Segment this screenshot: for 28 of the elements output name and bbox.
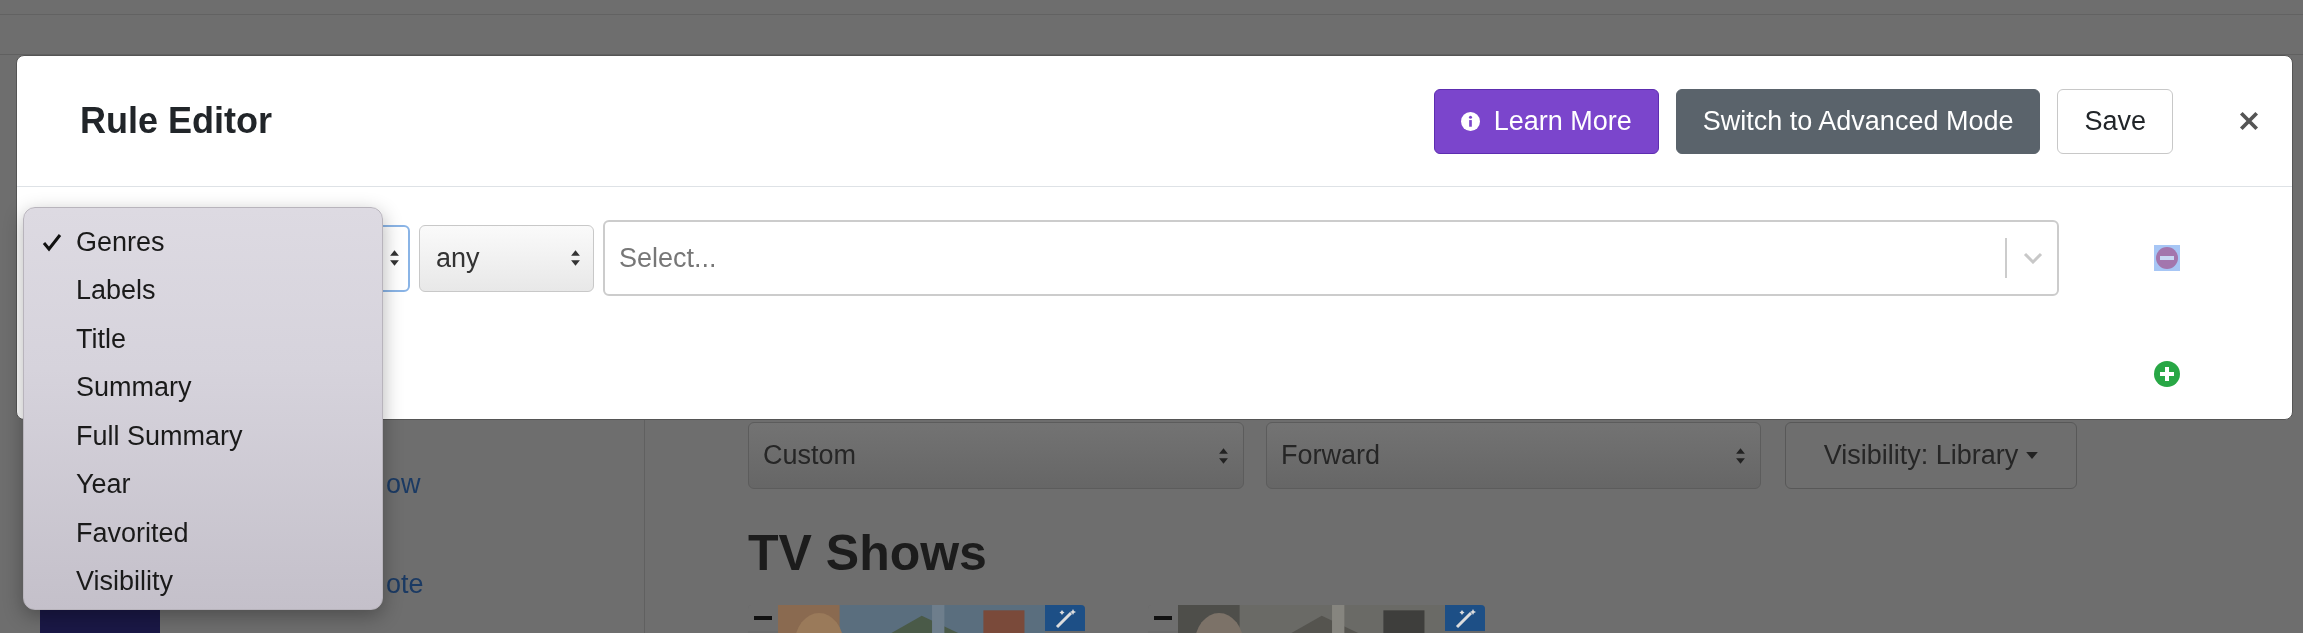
- close-icon[interactable]: [2238, 110, 2260, 132]
- up-down-arrows-icon: [1218, 446, 1229, 465]
- section-title: TV Shows: [748, 524, 988, 583]
- dropdown-option[interactable]: Summary: [24, 363, 382, 412]
- show-card[interactable]: [1148, 605, 1485, 633]
- dropdown-option[interactable]: Favorited: [24, 509, 382, 558]
- caret-icon: [2026, 452, 2039, 459]
- dropdown-option[interactable]: Full Summary: [24, 412, 382, 461]
- add-icon[interactable]: [2154, 361, 2180, 387]
- info-icon: [1460, 111, 1480, 131]
- dropdown-option[interactable]: Title: [24, 315, 382, 364]
- value-select-field[interactable]: Select...: [603, 220, 2059, 296]
- header-button[interactable]: Switch to Advanced Mode: [1675, 88, 2041, 154]
- chevron-down-icon: [2023, 252, 2043, 264]
- up-down-arrows-icon: [389, 249, 400, 267]
- modal-title: Rule Editor: [80, 100, 272, 142]
- up-down-arrows-icon: [570, 249, 581, 267]
- dropdown-option[interactable]: Year: [24, 460, 382, 509]
- remove-icon[interactable]: [2154, 245, 2180, 271]
- dropdown-option[interactable]: Visibility: [24, 557, 382, 606]
- header-button[interactable]: Save: [2057, 88, 2173, 154]
- magic-wand-icon[interactable]: [1445, 605, 1485, 631]
- header-button[interactable]: Learn More: [1433, 88, 1659, 154]
- operator-select[interactable]: any: [419, 224, 594, 292]
- up-down-arrows-icon: [1735, 446, 1746, 465]
- magic-wand-icon[interactable]: [1045, 605, 1085, 631]
- dropdown-option[interactable]: Labels: [24, 266, 382, 315]
- dropdown-option[interactable]: Genres: [24, 218, 382, 267]
